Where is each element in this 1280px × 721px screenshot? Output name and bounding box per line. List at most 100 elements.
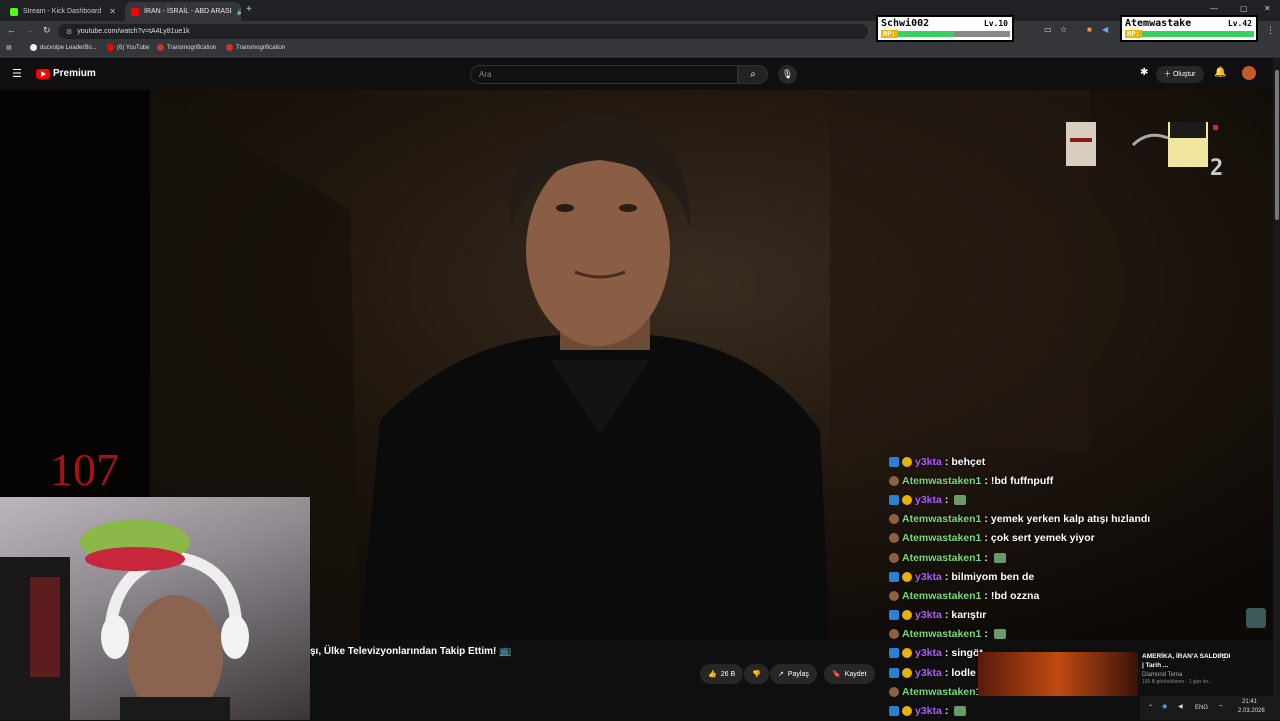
apps-icon[interactable]: ▦: [6, 44, 12, 51]
chat-emote-icon: [954, 494, 967, 505]
hamburger-menu-icon[interactable]: ☰: [12, 67, 22, 80]
player2-hp-bar: [1142, 31, 1254, 37]
share-button[interactable]: ↗ Paylaş: [770, 664, 817, 684]
brown-badge-icon: [889, 629, 899, 640]
tab-title: İRAN - İSRAİL - ABD ARASI: [144, 8, 232, 15]
recommended-info[interactable]: AMERİKA, İRAN'A SALDIRDI | Tarih ... Dia…: [1142, 652, 1232, 685]
like-button[interactable]: 👍 26 B: [700, 664, 744, 684]
more-options-icon[interactable]: ⋮: [1220, 653, 1228, 662]
youtube-logo[interactable]: Premium: [36, 68, 96, 79]
create-label: Oluştur: [1172, 71, 1196, 78]
cast-icon[interactable]: ▭: [1044, 25, 1052, 34]
chat-username[interactable]: Atemwastaken1: [902, 590, 981, 602]
notification-bell-icon[interactable]: 🔔: [1214, 67, 1226, 78]
reload-icon[interactable]: ↻: [43, 25, 51, 36]
minimize-icon[interactable]: —: [1210, 4, 1218, 13]
bookmark-item[interactable]: ducvolpe LeaderBo...: [30, 44, 97, 51]
tab-title: Stream - Kick Dashboard: [23, 8, 102, 15]
player1-hp-fill: [898, 31, 954, 37]
extension-icon[interactable]: ■: [1087, 25, 1092, 34]
brown-badge-icon: [889, 475, 899, 486]
system-tray: ⌃ ◉ ◀ ENG ⌔ 21:41 2.03.2026: [1140, 696, 1273, 720]
kick-icon: [10, 7, 18, 16]
tab-youtube-video[interactable]: İRAN - İSRAİL - ABD ARASI 🔊 ✕: [125, 2, 241, 21]
chat-emote-icon: [993, 629, 1006, 640]
player2-level: Lv.42: [1227, 19, 1252, 28]
chat-username[interactable]: Atemwastaken1: [902, 475, 981, 487]
plus-icon: ＋: [1164, 71, 1173, 78]
clock-time[interactable]: 21:41: [1242, 699, 1257, 705]
recommended-title: AMERİKA, İRAN'A SALDIRDI | Tarih ...: [1142, 653, 1231, 669]
clock-date: 2.03.2026: [1238, 708, 1265, 714]
logo-text: Premium: [53, 68, 96, 79]
back-icon[interactable]: ←: [7, 25, 16, 35]
microphone-icon: 🎙: [781, 69, 794, 79]
window-close-icon[interactable]: ✕: [1264, 4, 1271, 13]
voice-search-button[interactable]: 🎙: [778, 65, 797, 84]
chat-separator: :: [944, 647, 949, 660]
bookmark-item[interactable]: (6) YouTube: [107, 44, 149, 51]
bookmark-icon: [157, 44, 164, 51]
bookmark-icon: 🔖: [832, 671, 841, 678]
volume-icon[interactable]: ◀: [1178, 703, 1183, 710]
chat-text: çok sert yemek yiyor: [990, 532, 1095, 545]
chat-separator: :: [944, 455, 949, 468]
menu-dots-icon[interactable]: ⋮: [1266, 25, 1275, 36]
bookmark-item[interactable]: Transmogrification: [226, 44, 285, 51]
chat-separator: :: [984, 589, 988, 602]
chat-username[interactable]: y3kta: [915, 609, 942, 621]
maximize-icon[interactable]: ▢: [1240, 4, 1248, 13]
save-button[interactable]: 🔖 Kaydet: [824, 664, 875, 684]
dislike-button[interactable]: 👎: [744, 664, 769, 684]
close-icon[interactable]: ✕: [109, 7, 116, 16]
chat-username[interactable]: y3kta: [915, 705, 942, 717]
address-bar[interactable]: ⚙ youtube.com/watch?v=tA4Ly81ue1k: [58, 24, 868, 39]
speaker-icon[interactable]: 🔊: [237, 8, 241, 16]
thumbs-up-icon: 👍: [708, 671, 717, 678]
likes-count: 26 B: [720, 670, 736, 678]
chat-username[interactable]: y3kta: [915, 647, 942, 659]
share-label: Paylaş: [787, 670, 809, 678]
subscriber-badge-icon: [889, 610, 899, 621]
chat-emote-icon: [954, 706, 967, 717]
chat-username[interactable]: Atemwastaken1: [902, 686, 981, 698]
youtube-play-icon: [36, 68, 50, 79]
chat-username[interactable]: Atemwastaken1: [902, 552, 981, 564]
chat-text: karıştır: [951, 609, 987, 622]
chat-username[interactable]: y3kta: [915, 456, 942, 468]
network-icon[interactable]: ◉: [1162, 703, 1167, 710]
chat-username[interactable]: Atemwastaken1: [902, 532, 981, 544]
chat-separator: :: [944, 570, 949, 583]
wifi-icon[interactable]: ⌔: [1218, 703, 1224, 711]
star-icon[interactable]: ☆: [1060, 25, 1067, 34]
tab-kick-dashboard[interactable]: Stream - Kick Dashboard ✕: [4, 2, 122, 21]
chevron-up-icon[interactable]: ⌃: [1148, 704, 1153, 711]
search-input[interactable]: Ara: [470, 65, 738, 84]
new-tab-button[interactable]: +: [246, 4, 252, 15]
subscriber-badge-icon: [889, 494, 899, 505]
gold-badge-icon: [902, 667, 912, 678]
create-button[interactable]: ＋ Oluştur: [1156, 66, 1204, 83]
cast-icon[interactable]: ✱: [1140, 67, 1148, 78]
chat-emote-icon: [993, 552, 1006, 563]
chat-username[interactable]: Atemwastaken1: [902, 513, 981, 525]
recommended-thumbnail[interactable]: [978, 652, 1138, 696]
chat-username[interactable]: y3kta: [915, 494, 942, 506]
chat-message: y3kta :: [889, 490, 1269, 509]
bookmark-label: Transmogrification: [167, 44, 217, 51]
bookmark-icon: [226, 44, 233, 51]
forward-icon[interactable]: →: [25, 25, 34, 35]
bookmark-item[interactable]: Transmogrification: [157, 44, 216, 51]
language-indicator[interactable]: ENG: [1195, 705, 1208, 711]
search-button[interactable]: ⌕: [738, 65, 768, 84]
scrollbar-thumb[interactable]: [1275, 70, 1279, 220]
chat-username[interactable]: Atemwastaken1: [902, 628, 981, 640]
browser-tab-bar: Stream - Kick Dashboard ✕ İRAN - İSRAİL …: [0, 0, 1280, 21]
audio-icon[interactable]: ◀: [1102, 25, 1108, 34]
avatar[interactable]: [1242, 66, 1256, 80]
chat-text: !bd ozzna: [990, 589, 1040, 602]
chat-username[interactable]: y3kta: [915, 571, 942, 583]
site-info-icon[interactable]: ⚙: [66, 28, 72, 36]
chat-username[interactable]: y3kta: [915, 667, 942, 679]
chat-message: Atemwastaken1 :: [889, 625, 1269, 644]
